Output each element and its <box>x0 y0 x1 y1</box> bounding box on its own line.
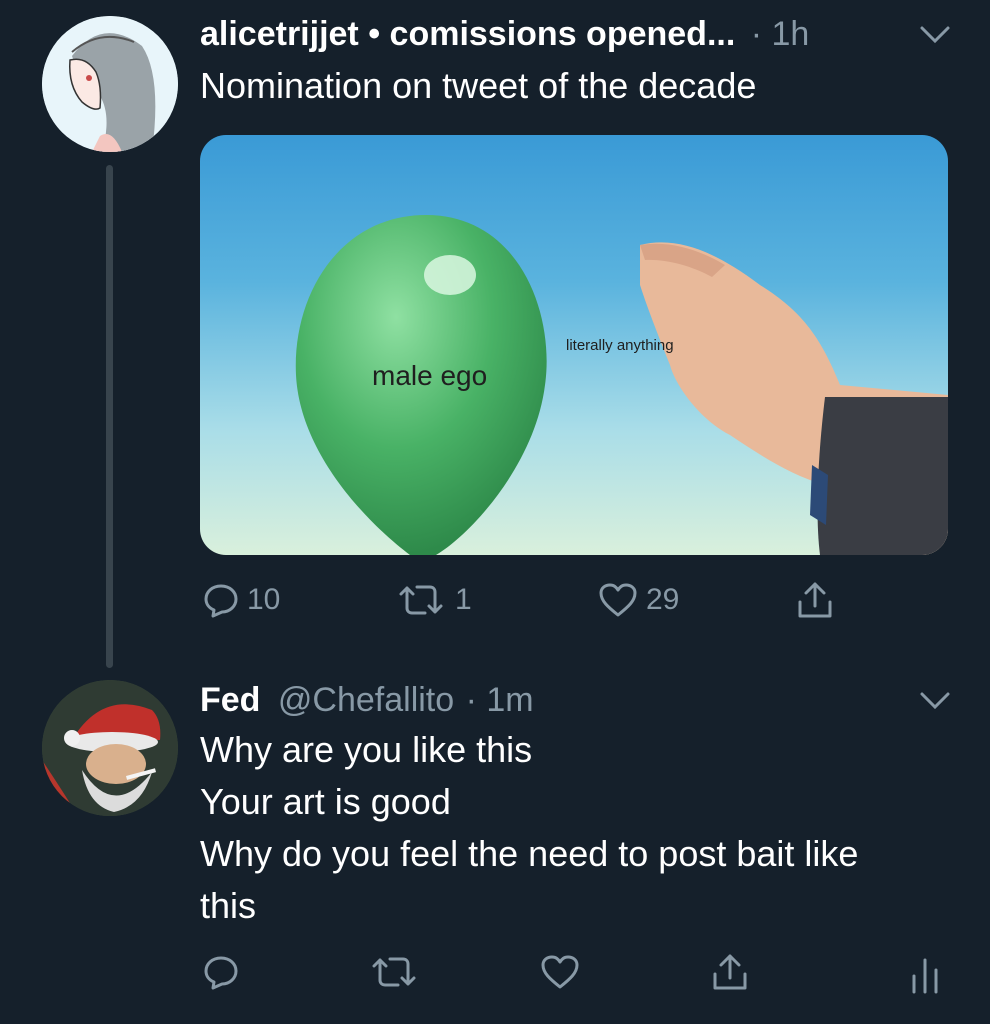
tweet2-retweet-button[interactable] <box>368 954 420 990</box>
balloon-caption: male ego <box>372 360 488 391</box>
tweet2-timestamp[interactable]: · 1m <box>466 681 534 719</box>
finger-caption: literally anything <box>566 337 674 354</box>
tweet2-line: Why do you feel the need to post bait li… <box>200 833 859 874</box>
retweet-count: 1 <box>455 583 472 616</box>
share-icon <box>713 954 747 990</box>
tweet2-reply-button[interactable] <box>203 954 239 990</box>
thread-connector-line <box>106 165 113 668</box>
tweet1-media-image[interactable]: male ego literally anything <box>200 135 948 555</box>
tweet1-text: Nomination on tweet of the decade <box>200 65 757 106</box>
reply-count: 10 <box>247 583 281 616</box>
avatar-santa-illustration <box>42 680 178 816</box>
tweet2-line: Why are you like this <box>200 729 533 770</box>
reply-icon <box>204 956 238 990</box>
tweet2-analytics-button[interactable] <box>910 954 940 994</box>
share-icon <box>798 582 832 618</box>
tweet2-line: Your art is good <box>200 781 451 822</box>
tweet1-display-name[interactable]: alicetrijjet • comissions opened... <box>200 15 735 53</box>
reply-icon <box>204 584 238 618</box>
retweet-icon <box>399 585 443 615</box>
like-button[interactable]: 29 <box>598 582 679 618</box>
avatar-fed[interactable] <box>42 680 178 816</box>
heart-icon <box>599 583 637 617</box>
tweet2-chevron-down-icon[interactable] <box>918 688 952 717</box>
tweet2-line: this <box>200 885 257 926</box>
tweet1-chevron-down-icon[interactable] <box>918 22 952 51</box>
avatar-illustration <box>42 16 178 152</box>
analytics-icon <box>912 958 938 994</box>
tweet2-header: Fed @Chefallito · 1m <box>200 680 534 720</box>
tweet1-header: alicetrijjet • comissions opened... · 1h <box>200 14 809 54</box>
tweet2-display-name[interactable]: Fed <box>200 681 260 719</box>
tweet2-like-button[interactable] <box>540 954 580 990</box>
tweet1-timestamp[interactable]: · 1h <box>751 15 810 53</box>
avatar-alicetrijjet[interactable] <box>42 16 178 152</box>
reply-button[interactable]: 10 <box>203 582 280 618</box>
retweet-icon <box>372 957 416 987</box>
tweet2-handle[interactable]: @Chefallito <box>278 681 454 719</box>
tweet2-text: Why are you like this Your art is good W… <box>200 724 960 932</box>
heart-icon <box>541 955 579 989</box>
like-count: 29 <box>646 583 680 616</box>
share-button[interactable] <box>795 580 835 620</box>
retweet-button[interactable]: 1 <box>395 582 472 618</box>
tweet2-share-button[interactable] <box>710 952 750 992</box>
